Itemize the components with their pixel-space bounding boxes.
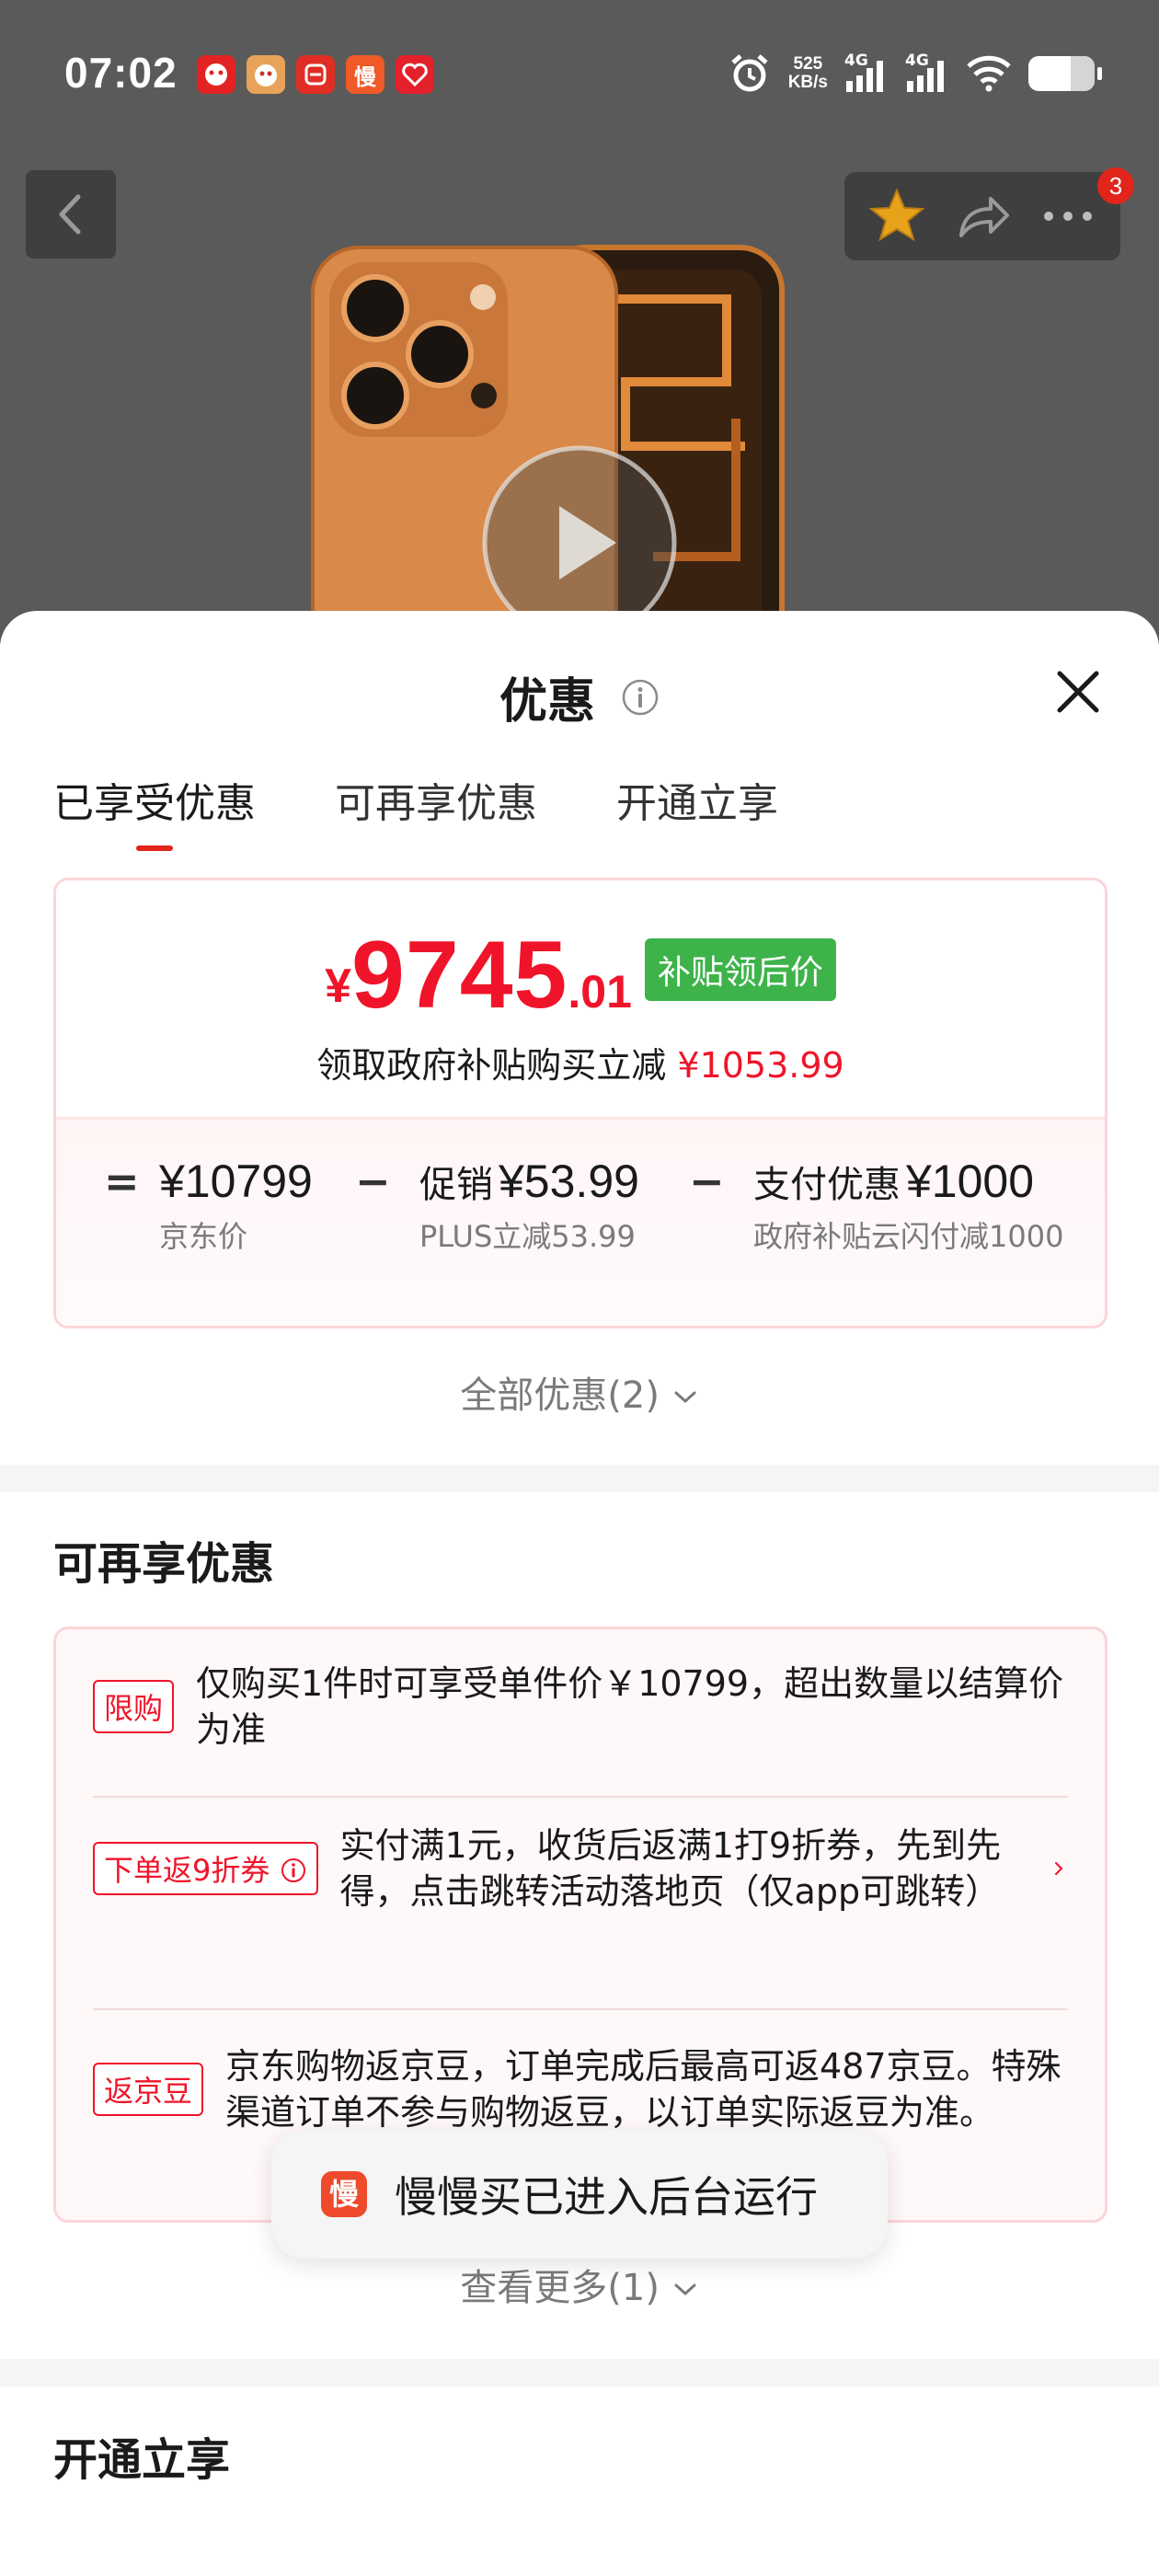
- chevron-right-icon[interactable]: [1031, 1850, 1068, 1887]
- list-item: 限购 仅购买1件时可享受单件价￥10799，超出数量以结算价为准: [93, 1661, 1068, 1753]
- pinduoduo-icon: [296, 55, 335, 94]
- final-price-header: ¥9745.01 补贴领后价 领取政府补贴购买立减 ¥1053.99: [56, 880, 1105, 1120]
- jd-app-icon: [247, 55, 285, 94]
- breakdown-payment-discount: 支付优惠 ¥1000 政府补贴云闪付减1000: [753, 1156, 1064, 1254]
- list-item: 返京豆 京东购物返京豆，订单完成后最高可返487京豆。特殊渠道订单不参与购物返豆…: [93, 2043, 1068, 2135]
- manmanmai-icon: 慢: [321, 2171, 367, 2217]
- breakdown-promotion: 促销 ¥53.99 PLUS立减53.99: [419, 1156, 639, 1254]
- product-image: [311, 245, 785, 644]
- manmanmai-icon: 慢: [346, 55, 384, 94]
- limit-purchase-chip: 限购: [93, 1680, 175, 1733]
- final-price-card: ¥9745.01 补贴领后价 领取政府补贴购买立减 ¥1053.99 = ¥107…: [53, 878, 1107, 1328]
- star-favorite-icon[interactable]: [866, 186, 927, 247]
- coupon-return-chip[interactable]: 下单返9折券: [93, 1842, 318, 1895]
- alarm-icon: [731, 54, 768, 92]
- chevron-left-icon: [59, 194, 81, 235]
- discount-tabs: 已享受优惠 可再享优惠 开通立享: [53, 770, 778, 851]
- section-divider: [0, 2359, 1159, 2386]
- see-more-toggle[interactable]: 查看更多(1): [0, 2258, 1159, 2311]
- minus-sign: −: [355, 1156, 391, 1206]
- message-count-badge: 3: [1097, 167, 1134, 204]
- system-status-icons: 525 KB/s 4G 4G: [728, 52, 1102, 96]
- status-bar: 07:02 慢 525 KB/s 4G 4G: [0, 0, 1159, 156]
- more-discounts-title: 可再享优惠: [53, 1538, 275, 1590]
- jd-beans-return-chip: 返京豆: [93, 2063, 204, 2116]
- final-price: ¥9745.01 补贴领后价: [56, 921, 1105, 1030]
- jd-app-icon: [197, 55, 235, 94]
- equals-sign: =: [104, 1156, 140, 1206]
- price-breakdown: = ¥10799 京东价 − 促销 ¥53.99 PLUS立减53.99 − 支付…: [56, 1120, 1105, 1326]
- signal-4g-icon: 4G: [905, 52, 949, 94]
- row-divider: [93, 1796, 1068, 1798]
- back-button[interactable]: [26, 170, 116, 259]
- top-action-bar: [844, 172, 1120, 260]
- close-icon[interactable]: [1052, 666, 1104, 718]
- network-speed: 525 KB/s: [787, 54, 828, 92]
- breakdown-jd-price: ¥10799 京东价: [159, 1156, 313, 1254]
- tab-enjoyed-discounts[interactable]: 已享受优惠: [53, 770, 256, 851]
- more-icon[interactable]: [1038, 186, 1098, 247]
- activate-discounts-title: 开通立享: [53, 2434, 231, 2486]
- clock: 07:02: [64, 49, 178, 97]
- row-divider: [93, 2008, 1068, 2010]
- background-run-toast: 慢 慢慢买已进入后台运行: [271, 2130, 888, 2259]
- chevron-down-icon: [674, 1391, 696, 1404]
- all-discounts-toggle[interactable]: 全部优惠(2): [0, 1365, 1159, 1419]
- info-icon: [281, 1858, 305, 1882]
- sheet-title: 优惠: [0, 662, 1159, 731]
- wifi-icon: [967, 55, 1011, 92]
- notification-icons: 慢: [197, 55, 434, 94]
- minus-sign: −: [689, 1156, 725, 1206]
- discount-sheet: 优惠 已享受优惠 可再享优惠 开通立享 ¥9745.01 补贴领后价 领取政府补贴…: [0, 611, 1159, 2576]
- info-icon[interactable]: [621, 678, 660, 717]
- subsidy-summary: 领取政府补贴购买立减 ¥1053.99: [316, 1045, 844, 1086]
- subsidy-price-tag: 补贴领后价: [644, 938, 836, 1001]
- list-item[interactable]: 下单返9折券 实付满1元，收货后返满1打9折券，先到先得，点击跳转活动落地页（仅…: [93, 1823, 1068, 1915]
- share-icon[interactable]: [952, 186, 1013, 247]
- tab-activate-discounts[interactable]: 开通立享: [616, 770, 778, 851]
- jd-heart-icon: [396, 55, 434, 94]
- battery-icon: [1028, 56, 1102, 91]
- signal-4g-icon: 4G: [844, 52, 889, 94]
- product-page-backdrop: 07:02 慢 525 KB/s 4G 4G 3: [0, 0, 1159, 644]
- tab-more-discounts[interactable]: 可再享优惠: [335, 770, 537, 851]
- chevron-down-icon: [674, 2283, 696, 2296]
- section-divider: [0, 1465, 1159, 1492]
